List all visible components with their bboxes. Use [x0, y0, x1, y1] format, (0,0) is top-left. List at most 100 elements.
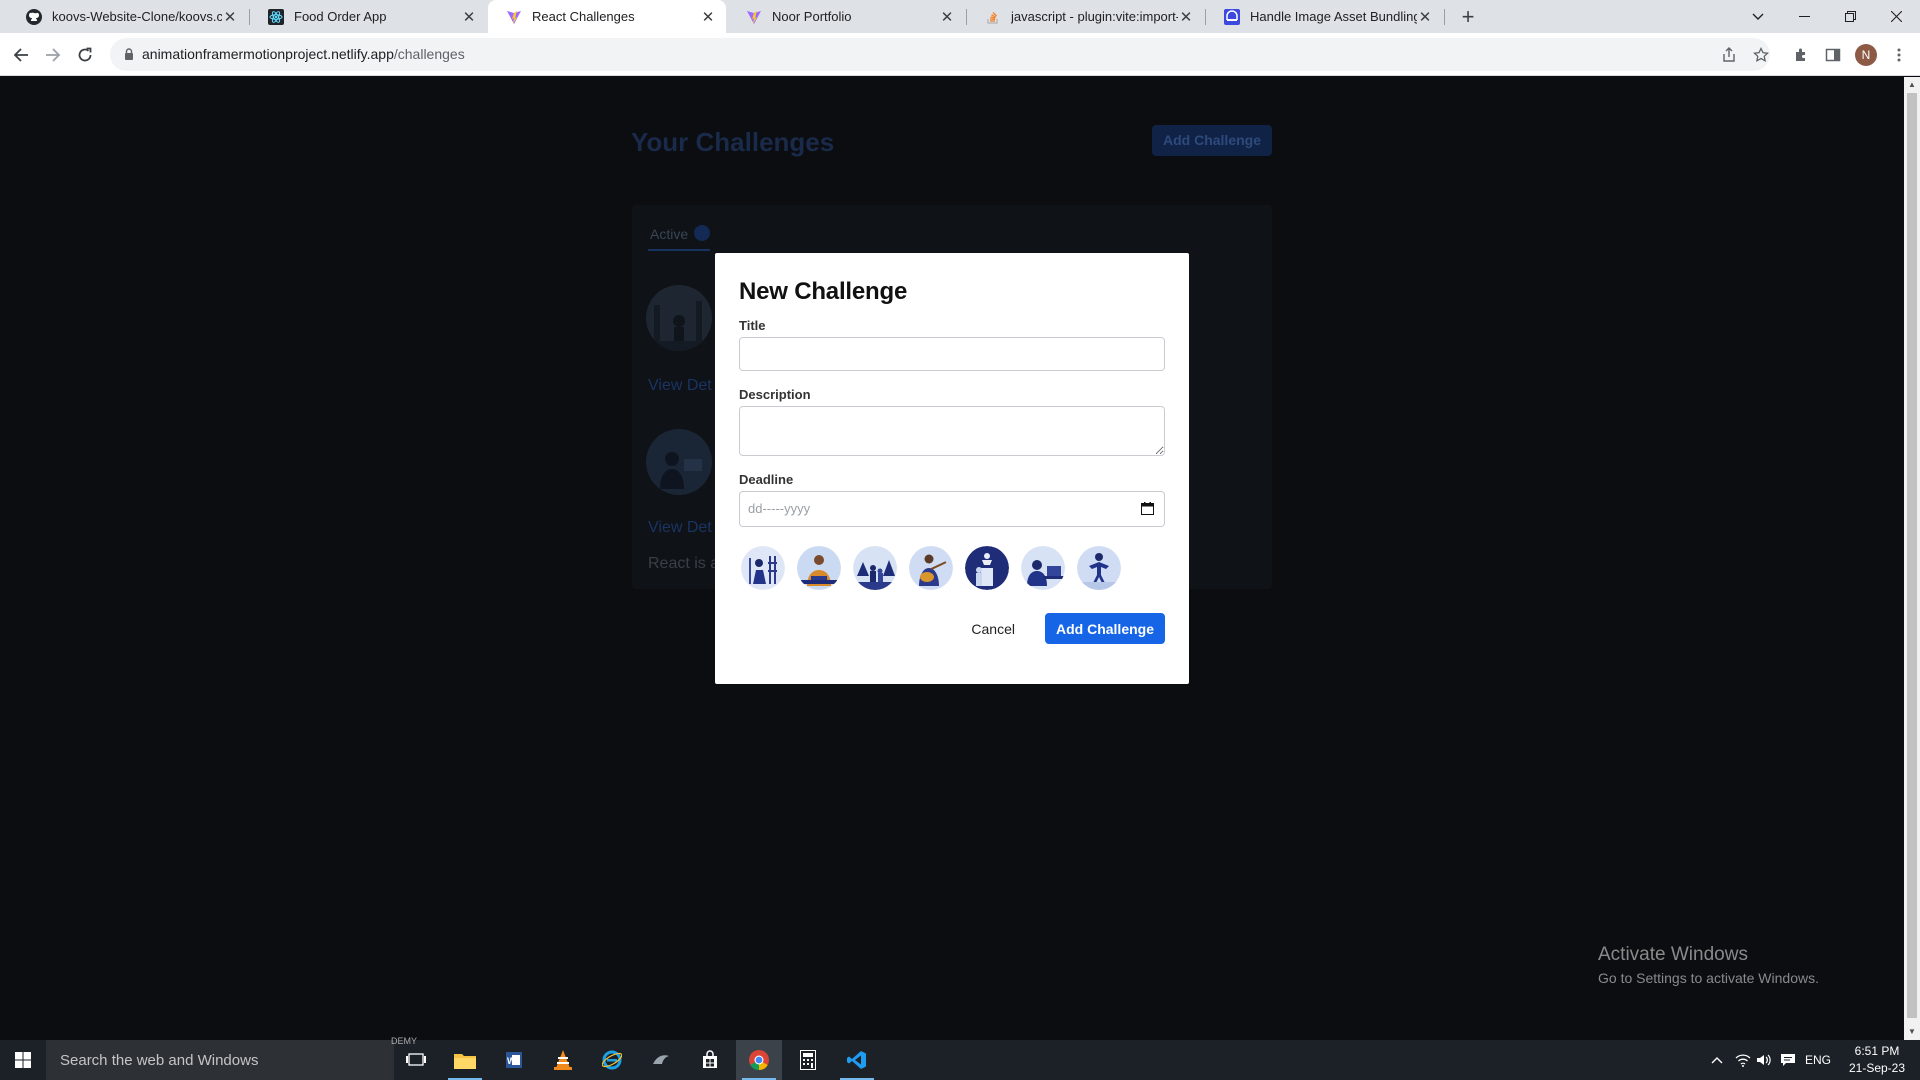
image-option-people-park[interactable] — [853, 546, 897, 590]
dialog-actions: Cancel Add Challenge — [971, 613, 1165, 644]
calendar-icon[interactable] — [1141, 502, 1154, 515]
screen: koovs-Website-Clone/koovs.com ✕ Food Ord… — [0, 0, 1920, 1080]
address-bar[interactable]: animationframermotionproject.netlify.app… — [110, 38, 1770, 71]
taskbar-calculator[interactable] — [785, 1040, 831, 1080]
close-icon[interactable]: ✕ — [939, 8, 955, 26]
activation-watermark: Activate Windows Go to Settings to activ… — [1598, 944, 1819, 986]
task-view-icon — [406, 1053, 426, 1066]
taskbar-file-explorer[interactable] — [442, 1040, 488, 1080]
tab-image-bundling[interactable]: Handle Image Asset Bundling us ✕ — [1206, 0, 1443, 33]
challenge-description: React is a — [648, 555, 720, 572]
search-placeholder: Search the web and Windows — [60, 1052, 259, 1069]
taskbar-store[interactable] — [687, 1040, 733, 1080]
description-input[interactable] — [739, 406, 1165, 456]
bookmark-star-icon[interactable] — [1748, 42, 1774, 68]
tab-label: javascript - plugin:vite:import-an — [1011, 9, 1178, 24]
taskbar-vscode[interactable] — [834, 1040, 880, 1080]
system-clock[interactable]: 6:51 PM 21-Sep-23 — [1836, 1043, 1918, 1077]
close-icon[interactable]: ✕ — [700, 8, 716, 26]
tab-food-order[interactable]: Food Order App ✕ — [250, 0, 487, 33]
dialog-title: New Challenge — [739, 278, 908, 305]
new-challenge-dialog: New Challenge Title Description Deadline… — [715, 253, 1189, 684]
windows-taskbar: Search the web and Windows DEMY W ENG 6:… — [0, 1036, 1920, 1080]
tab-koovs[interactable]: koovs-Website-Clone/koovs.com ✕ — [8, 0, 248, 33]
image-option-athlete[interactable] — [1077, 546, 1121, 590]
view-details-link[interactable]: View Det — [648, 377, 712, 395]
browser-tab-bar: koovs-Website-Clone/koovs.com ✕ Food Ord… — [0, 0, 1920, 33]
add-challenge-submit-button[interactable]: Add Challenge — [1045, 613, 1165, 644]
image-option-painter[interactable] — [741, 546, 785, 590]
side-panel-icon[interactable] — [1820, 42, 1846, 68]
challenge-image — [646, 285, 712, 351]
close-icon[interactable]: ✕ — [222, 8, 238, 26]
title-input[interactable] — [739, 337, 1165, 371]
react-icon — [268, 8, 284, 25]
tab-noor-portfolio[interactable]: Noor Portfolio ✕ — [728, 0, 965, 33]
close-icon[interactable]: ✕ — [461, 8, 477, 26]
share-icon[interactable] — [1716, 42, 1742, 68]
forward-button[interactable] — [40, 42, 66, 68]
task-view-button[interactable] — [393, 1040, 439, 1080]
close-icon[interactable]: ✕ — [1417, 8, 1433, 26]
clock-time: 6:51 PM — [1854, 1044, 1900, 1058]
tab-count-badge — [694, 225, 710, 241]
reload-button[interactable] — [72, 42, 98, 68]
close-window-button[interactable] — [1873, 0, 1919, 33]
browser-toolbar: animationframermotionproject.netlify.app… — [0, 33, 1920, 76]
url-path: /challenges — [393, 46, 465, 62]
windows-logo-icon — [15, 1052, 31, 1068]
watermark-subtitle: Go to Settings to activate Windows. — [1598, 970, 1819, 986]
start-button[interactable] — [0, 1040, 46, 1080]
view-details-link[interactable]: View Det — [648, 519, 712, 537]
chrome-icon — [749, 1050, 769, 1071]
language-indicator[interactable]: ENG — [1804, 1040, 1832, 1080]
taskbar-vlc[interactable] — [540, 1040, 586, 1080]
minimize-button[interactable] — [1781, 0, 1827, 33]
url-host: animationframermotionproject.netlify.app — [142, 46, 394, 62]
scrollbar-thumb[interactable] — [1907, 93, 1917, 1018]
add-challenge-button[interactable]: Add Challenge — [1152, 125, 1272, 156]
deadline-placeholder: dd-----yyyy — [748, 501, 811, 516]
vlc-icon — [554, 1050, 572, 1070]
restore-button[interactable] — [1827, 0, 1873, 33]
url-text: animationframermotionproject.netlify.app… — [142, 46, 465, 62]
taskbar-app-bird[interactable] — [638, 1040, 684, 1080]
tab-stackoverflow[interactable]: javascript - plugin:vite:import-an ✕ — [967, 0, 1204, 33]
tab-label: koovs-Website-Clone/koovs.com — [52, 9, 222, 24]
extensions-icon[interactable] — [1788, 42, 1814, 68]
cancel-button[interactable]: Cancel — [971, 621, 1015, 637]
page-title: Your Challenges — [631, 127, 835, 157]
tab-react-challenges[interactable]: React Challenges ✕ — [488, 0, 726, 33]
taskbar-search-box[interactable]: Search the web and Windows DEMY — [46, 1036, 417, 1080]
image-option-plumber[interactable] — [797, 546, 841, 590]
watermark-title: Activate Windows — [1598, 944, 1748, 965]
taskbar-internet-explorer[interactable] — [589, 1040, 635, 1080]
tab-underline — [648, 249, 710, 251]
page-scrollbar[interactable]: ▲ ▼ — [1904, 77, 1920, 1040]
image-option-desk-worker[interactable] — [1021, 546, 1065, 590]
tab-active[interactable]: Active — [650, 226, 688, 242]
stackoverflow-icon — [985, 9, 1001, 25]
profile-avatar[interactable]: N — [1855, 44, 1877, 66]
scroll-down-arrow-icon[interactable]: ▼ — [1908, 1027, 1916, 1036]
vscode-icon — [847, 1051, 866, 1069]
notifications-icon[interactable] — [1776, 1040, 1800, 1080]
back-button[interactable] — [8, 42, 34, 68]
image-option-guitarist[interactable] — [909, 546, 953, 590]
new-tab-button[interactable]: + — [1454, 4, 1482, 30]
word-icon: W — [506, 1052, 522, 1068]
reload-icon — [78, 47, 92, 62]
volume-icon[interactable] — [1752, 1040, 1776, 1080]
close-icon[interactable]: ✕ — [1178, 8, 1194, 26]
image-option-person-lamp[interactable] — [965, 546, 1009, 590]
taskbar-word[interactable]: W — [491, 1040, 537, 1080]
deadline-input[interactable]: dd-----yyyy — [739, 491, 1165, 527]
vite-icon — [746, 9, 762, 25]
tab-search-chevron-icon[interactable] — [1735, 0, 1781, 33]
taskbar-chrome[interactable] — [736, 1040, 782, 1080]
show-hidden-icons-chevron-icon[interactable] — [1705, 1040, 1729, 1080]
scroll-up-arrow-icon[interactable]: ▲ — [1908, 80, 1916, 89]
more-menu-icon[interactable] — [1886, 42, 1912, 68]
vite-icon — [506, 9, 522, 25]
svg-text:W: W — [507, 1056, 516, 1066]
